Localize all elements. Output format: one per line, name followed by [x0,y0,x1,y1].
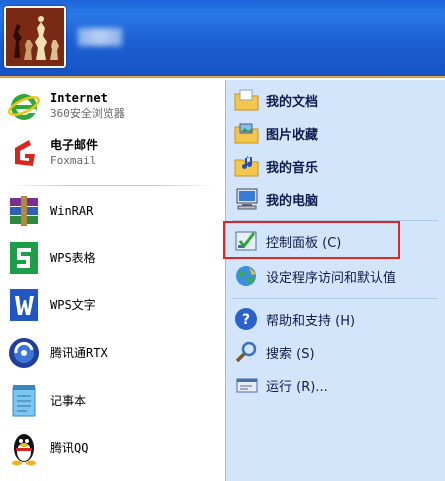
winrar-icon [6,193,42,229]
ie-browser-icon [6,88,42,124]
start-menu-header [0,0,445,78]
program-item-winrar[interactable]: WinRAR [6,193,220,229]
program-defaults-icon [234,263,260,289]
pinned-item-title: Internet [50,91,108,105]
place-label: 图片收藏 [266,127,319,143]
settings-item-program-defaults[interactable]: 设定程序访问和默认值 [234,263,438,289]
place-label: 我的文档 [266,94,319,110]
search-icon [234,339,260,365]
chess-pieces-picture [6,8,64,66]
place-item-my-music[interactable]: 我的音乐 [234,153,438,179]
username-label [78,28,122,46]
settings-label: 设定程序访问和默认值 [266,270,397,286]
my-music-icon [234,153,260,179]
pinned-item-subtitle: Foxmail [50,154,97,167]
program-label: 记事本 [50,393,87,408]
help-icon: ? [234,306,260,332]
program-item-notepad[interactable]: 记事本 [6,383,220,419]
control-panel-highlight-box [223,221,400,259]
place-label: 我的电脑 [266,193,319,209]
program-label: 腾讯通RTX [50,345,108,360]
run-icon [234,372,260,398]
menu-divider [232,298,438,299]
pinned-item-subtitle: 360安全浏览器 [50,107,125,120]
my-pictures-icon [234,120,260,146]
wps-spreadsheet-icon [6,240,42,276]
place-item-my-pictures[interactable]: 图片收藏 [234,120,438,146]
qq-icon [6,430,42,466]
foxmail-icon [6,135,42,171]
my-computer-icon [234,186,260,212]
program-item-qq[interactable]: 腾讯QQ [6,430,220,466]
places-pane: 我的文档 图片收藏 我的音乐 我的电脑 控制面板 (C) 设定程序访问和默认值 [225,80,445,481]
svg-text:?: ? [242,312,250,328]
pinned-item-title: 电子邮件 [50,138,99,152]
help-label: 搜索 (S) [266,346,315,362]
wps-writer-icon [6,287,42,323]
program-item-wps-spreadsheet[interactable]: WPS表格 [6,240,220,276]
program-item-rtx[interactable]: 腾讯通RTX [6,335,220,371]
notepad-icon [6,383,42,419]
program-label: 腾讯QQ [50,440,89,455]
place-item-my-computer[interactable]: 我的电脑 [234,186,438,212]
place-label: 我的音乐 [266,160,319,176]
pinned-item-internet[interactable]: Internet 360安全浏览器 [6,88,220,124]
program-item-wps-writer[interactable]: WPS文字 [6,287,220,323]
help-item-run[interactable]: 运行 (R)... [234,372,438,398]
menu-divider [8,185,216,186]
program-label: WPS表格 [50,250,96,265]
help-label: 帮助和支持 (H) [266,313,356,329]
rtx-icon [6,335,42,371]
help-item-search[interactable]: 搜索 (S) [234,339,438,365]
program-label: WPS文字 [50,297,96,312]
pinned-item-email[interactable]: 电子邮件 Foxmail [6,135,220,171]
pinned-programs-pane: Internet 360安全浏览器 电子邮件 Foxmail WinRAR WP… [0,80,225,481]
help-label: 运行 (R)... [266,379,328,395]
user-avatar[interactable] [4,6,66,68]
my-documents-icon [234,87,260,113]
program-label: WinRAR [50,203,94,218]
place-item-my-documents[interactable]: 我的文档 [234,87,438,113]
help-item-help-support[interactable]: ? 帮助和支持 (H) [234,306,438,332]
